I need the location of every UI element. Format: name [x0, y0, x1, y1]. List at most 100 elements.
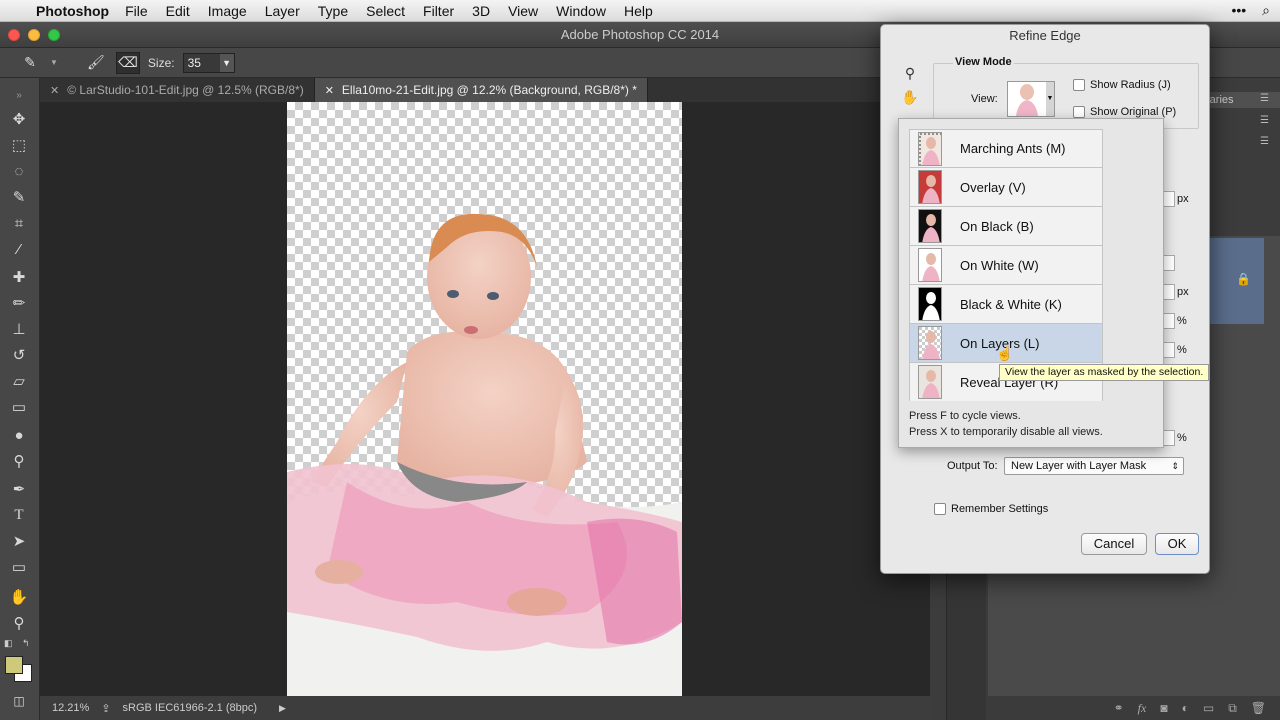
radius-field[interactable]: [1163, 191, 1175, 207]
spotlight-search-icon[interactable]: ⌕: [1262, 2, 1270, 19]
menu-help[interactable]: Help: [624, 3, 653, 19]
shift-edge-field[interactable]: [1163, 342, 1175, 358]
view-dropdown-icon[interactable]: ▼: [1046, 82, 1054, 116]
new-layer-icon[interactable]: ⧉: [1228, 701, 1237, 716]
menu-type[interactable]: Type: [318, 3, 348, 19]
app-menu[interactable]: Photoshop: [36, 3, 109, 19]
eyedropper-tool-icon[interactable]: ⁄: [8, 238, 30, 260]
panel-menu-icon[interactable]: ☰: [1260, 115, 1269, 126]
lasso-tool-icon[interactable]: ◌: [8, 160, 30, 182]
brush-tool-icon[interactable]: ✏: [8, 292, 30, 314]
view-option-on-black[interactable]: On Black (B): [909, 207, 1103, 246]
ok-button[interactable]: OK: [1155, 533, 1199, 555]
menu-window[interactable]: Window: [556, 3, 606, 19]
reveal-layer-thumbnail-icon: [918, 365, 942, 399]
cancel-button[interactable]: Cancel: [1081, 533, 1147, 555]
close-tab-icon[interactable]: ✕: [325, 84, 334, 97]
document-image[interactable]: [287, 102, 682, 696]
add-mask-icon[interactable]: ◙: [1160, 701, 1167, 715]
smooth-field[interactable]: [1163, 255, 1175, 271]
menu-select[interactable]: Select: [366, 3, 405, 19]
menu-file[interactable]: File: [125, 3, 148, 19]
quick-mask-icon[interactable]: ◫: [8, 690, 30, 712]
eraser-tool-icon[interactable]: ▱: [8, 370, 30, 392]
contrast-field[interactable]: [1163, 313, 1175, 329]
refine-radius-tool-icon[interactable]: ✎: [18, 52, 42, 74]
marquee-tool-icon[interactable]: ⬚: [8, 134, 30, 156]
shift-edge-unit: %: [1177, 344, 1187, 356]
zoom-tool-icon[interactable]: ⚲: [901, 65, 919, 83]
view-mode-title: View Mode: [953, 56, 1014, 68]
tool-preset-chevron-icon[interactable]: ▼: [50, 58, 58, 67]
size-dropdown-icon[interactable]: ▼: [219, 53, 234, 72]
on-black-thumbnail-icon: [918, 209, 942, 243]
new-group-icon[interactable]: ▭: [1203, 701, 1214, 715]
menu-3d[interactable]: 3D: [472, 3, 490, 19]
tab-document-1[interactable]: ✕ © LarStudio-101-Edit.jpg @ 12.5% (RGB/…: [40, 78, 315, 102]
panel-menu-icon[interactable]: ☰: [1260, 136, 1269, 147]
menu-view[interactable]: View: [508, 3, 538, 19]
zoom-level[interactable]: 12.21%: [52, 702, 89, 714]
view-option-label: Overlay (V): [960, 179, 1026, 195]
view-option-marching-ants[interactable]: Marching Ants (M): [909, 129, 1103, 168]
menu-image[interactable]: Image: [208, 3, 247, 19]
close-tab-icon[interactable]: ✕: [50, 84, 59, 97]
gradient-tool-icon[interactable]: ▭: [8, 396, 30, 418]
blur-tool-icon[interactable]: ●: [8, 424, 30, 446]
crop-tool-icon[interactable]: ⌗: [8, 212, 30, 234]
dodge-tool-icon[interactable]: ⚲: [8, 450, 30, 472]
history-brush-tool-icon[interactable]: ↺: [8, 344, 30, 366]
type-tool-icon[interactable]: T: [8, 504, 30, 526]
view-mode-picker[interactable]: ▼: [1007, 81, 1055, 117]
delete-layer-icon[interactable]: 🗑: [1251, 701, 1266, 715]
path-selection-tool-icon[interactable]: ➤: [8, 530, 30, 552]
zoom-window-button[interactable]: [48, 29, 60, 41]
erase-refinements-icon[interactable]: ⌫: [115, 51, 140, 74]
shape-tool-icon[interactable]: ▭: [8, 556, 30, 578]
clone-stamp-tool-icon[interactable]: ⊥: [8, 318, 30, 340]
hand-tool-icon[interactable]: ✋: [8, 586, 30, 608]
show-original-label: Show Original (P): [1090, 106, 1177, 118]
feather-field[interactable]: [1163, 284, 1175, 300]
amount-unit: %: [1177, 432, 1187, 444]
show-radius-label: Show Radius (J): [1090, 79, 1171, 91]
show-radius-checkbox[interactable]: Show Radius (J): [1073, 79, 1171, 91]
layer-style-icon[interactable]: fx: [1138, 701, 1147, 716]
view-option-on-white[interactable]: On White (W): [909, 246, 1103, 285]
move-tool-icon[interactable]: ✥: [8, 108, 30, 130]
view-option-black-white[interactable]: Black & White (K): [909, 285, 1103, 324]
tab-document-2[interactable]: ✕ Ella10mo-21-Edit.jpg @ 12.2% (Backgrou…: [314, 78, 648, 102]
output-to-select[interactable]: New Layer with Layer Mask ⇕: [1004, 457, 1184, 475]
more-icon[interactable]: •••: [1231, 2, 1246, 19]
pen-tool-icon[interactable]: ✒: [8, 478, 30, 500]
brush-icon[interactable]: 🖌: [84, 52, 108, 74]
foreground-color-swatch[interactable]: [5, 656, 23, 674]
panel-menu-icon[interactable]: ☰: [1260, 93, 1269, 104]
size-input[interactable]: 35 ▼: [182, 52, 235, 73]
view-option-label: Black & White (K): [960, 296, 1062, 312]
menu-layer[interactable]: Layer: [265, 3, 300, 19]
menu-edit[interactable]: Edit: [166, 3, 190, 19]
default-colors-icon[interactable]: ◧: [4, 638, 13, 649]
show-original-checkbox[interactable]: Show Original (P): [1073, 106, 1176, 118]
healing-brush-tool-icon[interactable]: ✚: [8, 266, 30, 288]
amount-field[interactable]: [1163, 430, 1175, 446]
swap-colors-icon[interactable]: ↰: [22, 638, 30, 649]
close-window-button[interactable]: [8, 29, 20, 41]
link-layers-icon[interactable]: ⚭: [1114, 701, 1124, 715]
view-option-overlay[interactable]: Overlay (V): [909, 168, 1103, 207]
zoom-tool-icon[interactable]: ⚲: [8, 612, 30, 634]
selected-layer-row[interactable]: 🔒: [1208, 238, 1264, 324]
feather-unit: px: [1177, 286, 1189, 298]
adjustment-layer-icon[interactable]: ◐: [1182, 701, 1189, 715]
hand-tool-icon[interactable]: ✋: [901, 89, 919, 107]
share-icon[interactable]: ⇪: [101, 702, 110, 715]
black-white-thumbnail-icon: [918, 287, 942, 321]
remember-settings-checkbox[interactable]: Remember Settings: [934, 503, 1048, 515]
collapse-panel-icon[interactable]: »: [8, 84, 30, 106]
view-label: View:: [971, 93, 998, 105]
quick-selection-tool-icon[interactable]: ✎: [8, 186, 30, 208]
minimize-window-button[interactable]: [28, 29, 40, 41]
menu-filter[interactable]: Filter: [423, 3, 454, 19]
status-menu-arrow-icon[interactable]: ▶: [279, 703, 286, 714]
